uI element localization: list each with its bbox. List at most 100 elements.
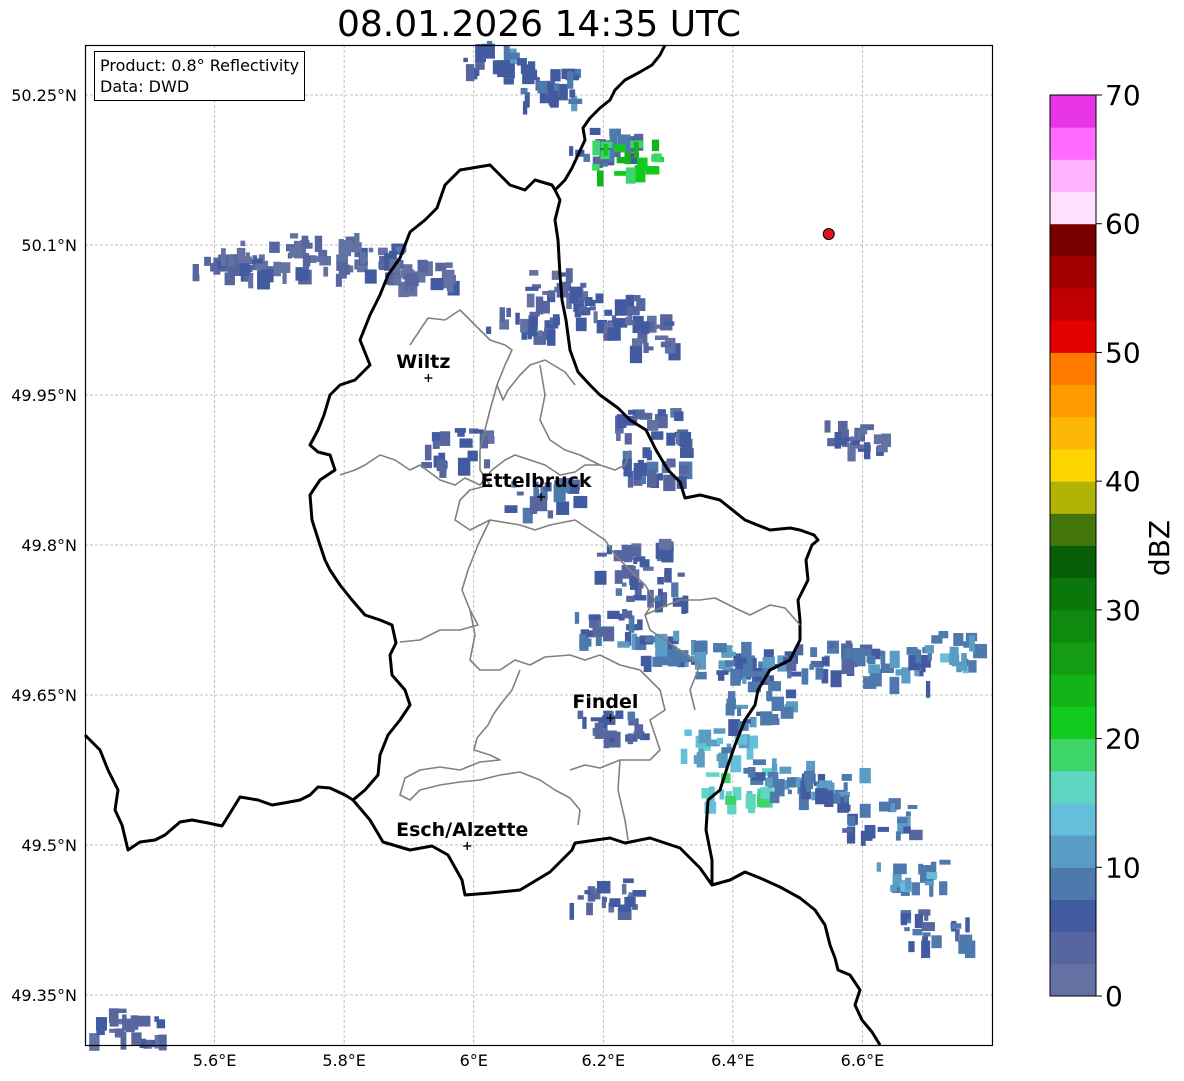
lat-tick-label: 49.8°N (21, 536, 77, 555)
lon-tick-label: 6.6°E (841, 1051, 885, 1070)
radar-echo-cell (108, 1008, 119, 1023)
radar-echo-cluster (503, 68, 583, 115)
radar-echo-cluster (725, 689, 799, 736)
radar-echo-cell (592, 163, 600, 171)
radar-echo-cell (634, 165, 646, 183)
colorbar-segment (1050, 738, 1096, 772)
radar-echo-cell (852, 440, 860, 446)
radar-echo-cell (646, 450, 652, 461)
radar-echo-cell (596, 880, 611, 894)
radar-echo-cell (889, 650, 900, 669)
radar-echo-cell (524, 92, 530, 108)
radar-echo-cell (843, 795, 850, 803)
radar-echo-cell (921, 922, 935, 932)
radar-echo-cell (609, 128, 621, 137)
radar-echo-cell (671, 582, 679, 598)
radar-echo-cell (938, 630, 949, 639)
radar-echo-cell (158, 1034, 167, 1051)
radar-echo-cell (867, 655, 876, 665)
radar-echo-layer (89, 40, 988, 1051)
radar-echo-cell (595, 293, 604, 304)
city-label: Ettelbruck (481, 470, 592, 492)
radar-echo-cell (473, 429, 484, 434)
colorbar-segment (1050, 191, 1096, 225)
radar-echo-cell (906, 646, 918, 655)
radar-echo-cell (628, 409, 636, 415)
radar-echo-cell (575, 317, 587, 332)
radar-echo-cell (856, 649, 866, 667)
radar-echo-cell (771, 696, 785, 711)
radar-echo-cell (815, 667, 824, 680)
radar-echo-cell (664, 321, 675, 326)
colorbar-segment (1050, 223, 1096, 257)
radar-echo-cell (643, 342, 649, 354)
radar-echo-cell (969, 635, 975, 652)
radar-echo-cell (660, 341, 672, 348)
radar-echo-cell (633, 462, 642, 480)
radar-echo-cluster (795, 640, 873, 688)
radar-echo-cell (880, 650, 886, 664)
radar-echo-cell (651, 431, 664, 440)
radar-echo-cell (239, 261, 250, 277)
radar-echo-cell (516, 58, 527, 66)
colorbar-segment (1050, 288, 1096, 321)
radar-echo-cell (593, 311, 598, 324)
radar-echo-cell (594, 570, 607, 585)
radar-echo-cell (475, 44, 486, 62)
radar-echo-cell (238, 256, 253, 264)
radar-echo-cluster (680, 728, 759, 773)
radar-echo-cell (912, 928, 923, 936)
radar-echo-cell (800, 793, 811, 800)
radar-echo-cell (289, 233, 299, 239)
radar-echo-cell (877, 826, 890, 832)
radar-echo-cell (623, 458, 632, 477)
radar-echo-cell (925, 872, 938, 879)
radar-echo-cell (641, 321, 650, 334)
radar-echo-cell (679, 432, 692, 448)
radar-echo-cell (810, 647, 818, 657)
radar-echo-cell (548, 290, 555, 298)
radar-echo-cell (634, 724, 644, 740)
radar-echo-cell (614, 299, 629, 316)
radar-echo-cell (842, 828, 853, 833)
radar-echo-cell (897, 817, 908, 824)
lon-tick-label: 6.4°E (711, 1051, 755, 1070)
radar-echo-cell (774, 778, 785, 797)
radar-echo-cell (589, 306, 596, 311)
radar-echo-cell (647, 419, 659, 431)
colorbar-segment (1050, 416, 1096, 450)
radar-echo-cell (596, 552, 607, 557)
radar-echo-cell (890, 884, 897, 892)
radar-echo-cell (89, 1033, 100, 1051)
lon-tick-label: 6.2°E (582, 1051, 626, 1070)
radar-echo-cell (569, 89, 576, 98)
radar-echo-cell (614, 570, 623, 584)
radar-echo-cell (644, 636, 656, 643)
radar-echo-cell (439, 431, 451, 446)
radar-echo-cell (924, 880, 935, 886)
colorbar-tick-label: 50 (1105, 336, 1141, 369)
colorbar-segment (1050, 448, 1096, 482)
radar-echo-cell (621, 883, 627, 895)
city-label: Esch/Alzette (396, 819, 528, 841)
colorbar-segment (1050, 802, 1096, 836)
lat-tick-label: 49.95°N (11, 386, 77, 405)
radar-echo-cell (526, 293, 535, 308)
radar-echo-cell (577, 895, 584, 900)
radar-echo-cell (860, 428, 868, 435)
radar-echo-cell (949, 646, 959, 657)
radar-echo-cell (801, 668, 809, 685)
radar-echo-cell (905, 877, 912, 891)
radar-echo-cell (909, 829, 923, 841)
radar-echo-cell (515, 312, 520, 325)
product-info-box: Product: 0.8° Reflectivity Data: DWD (94, 51, 306, 101)
radar-echo-cell (876, 862, 881, 872)
radar-echo-cell (131, 1032, 142, 1045)
radar-echo-cluster (824, 420, 892, 462)
radar-echo-cell (604, 309, 613, 316)
radar-echo-cell (441, 269, 455, 284)
radar-echo-cell (432, 440, 440, 449)
radar-echo-cell (573, 495, 588, 509)
colorbar-segment (1050, 320, 1096, 353)
radar-echo-cell (645, 166, 660, 175)
